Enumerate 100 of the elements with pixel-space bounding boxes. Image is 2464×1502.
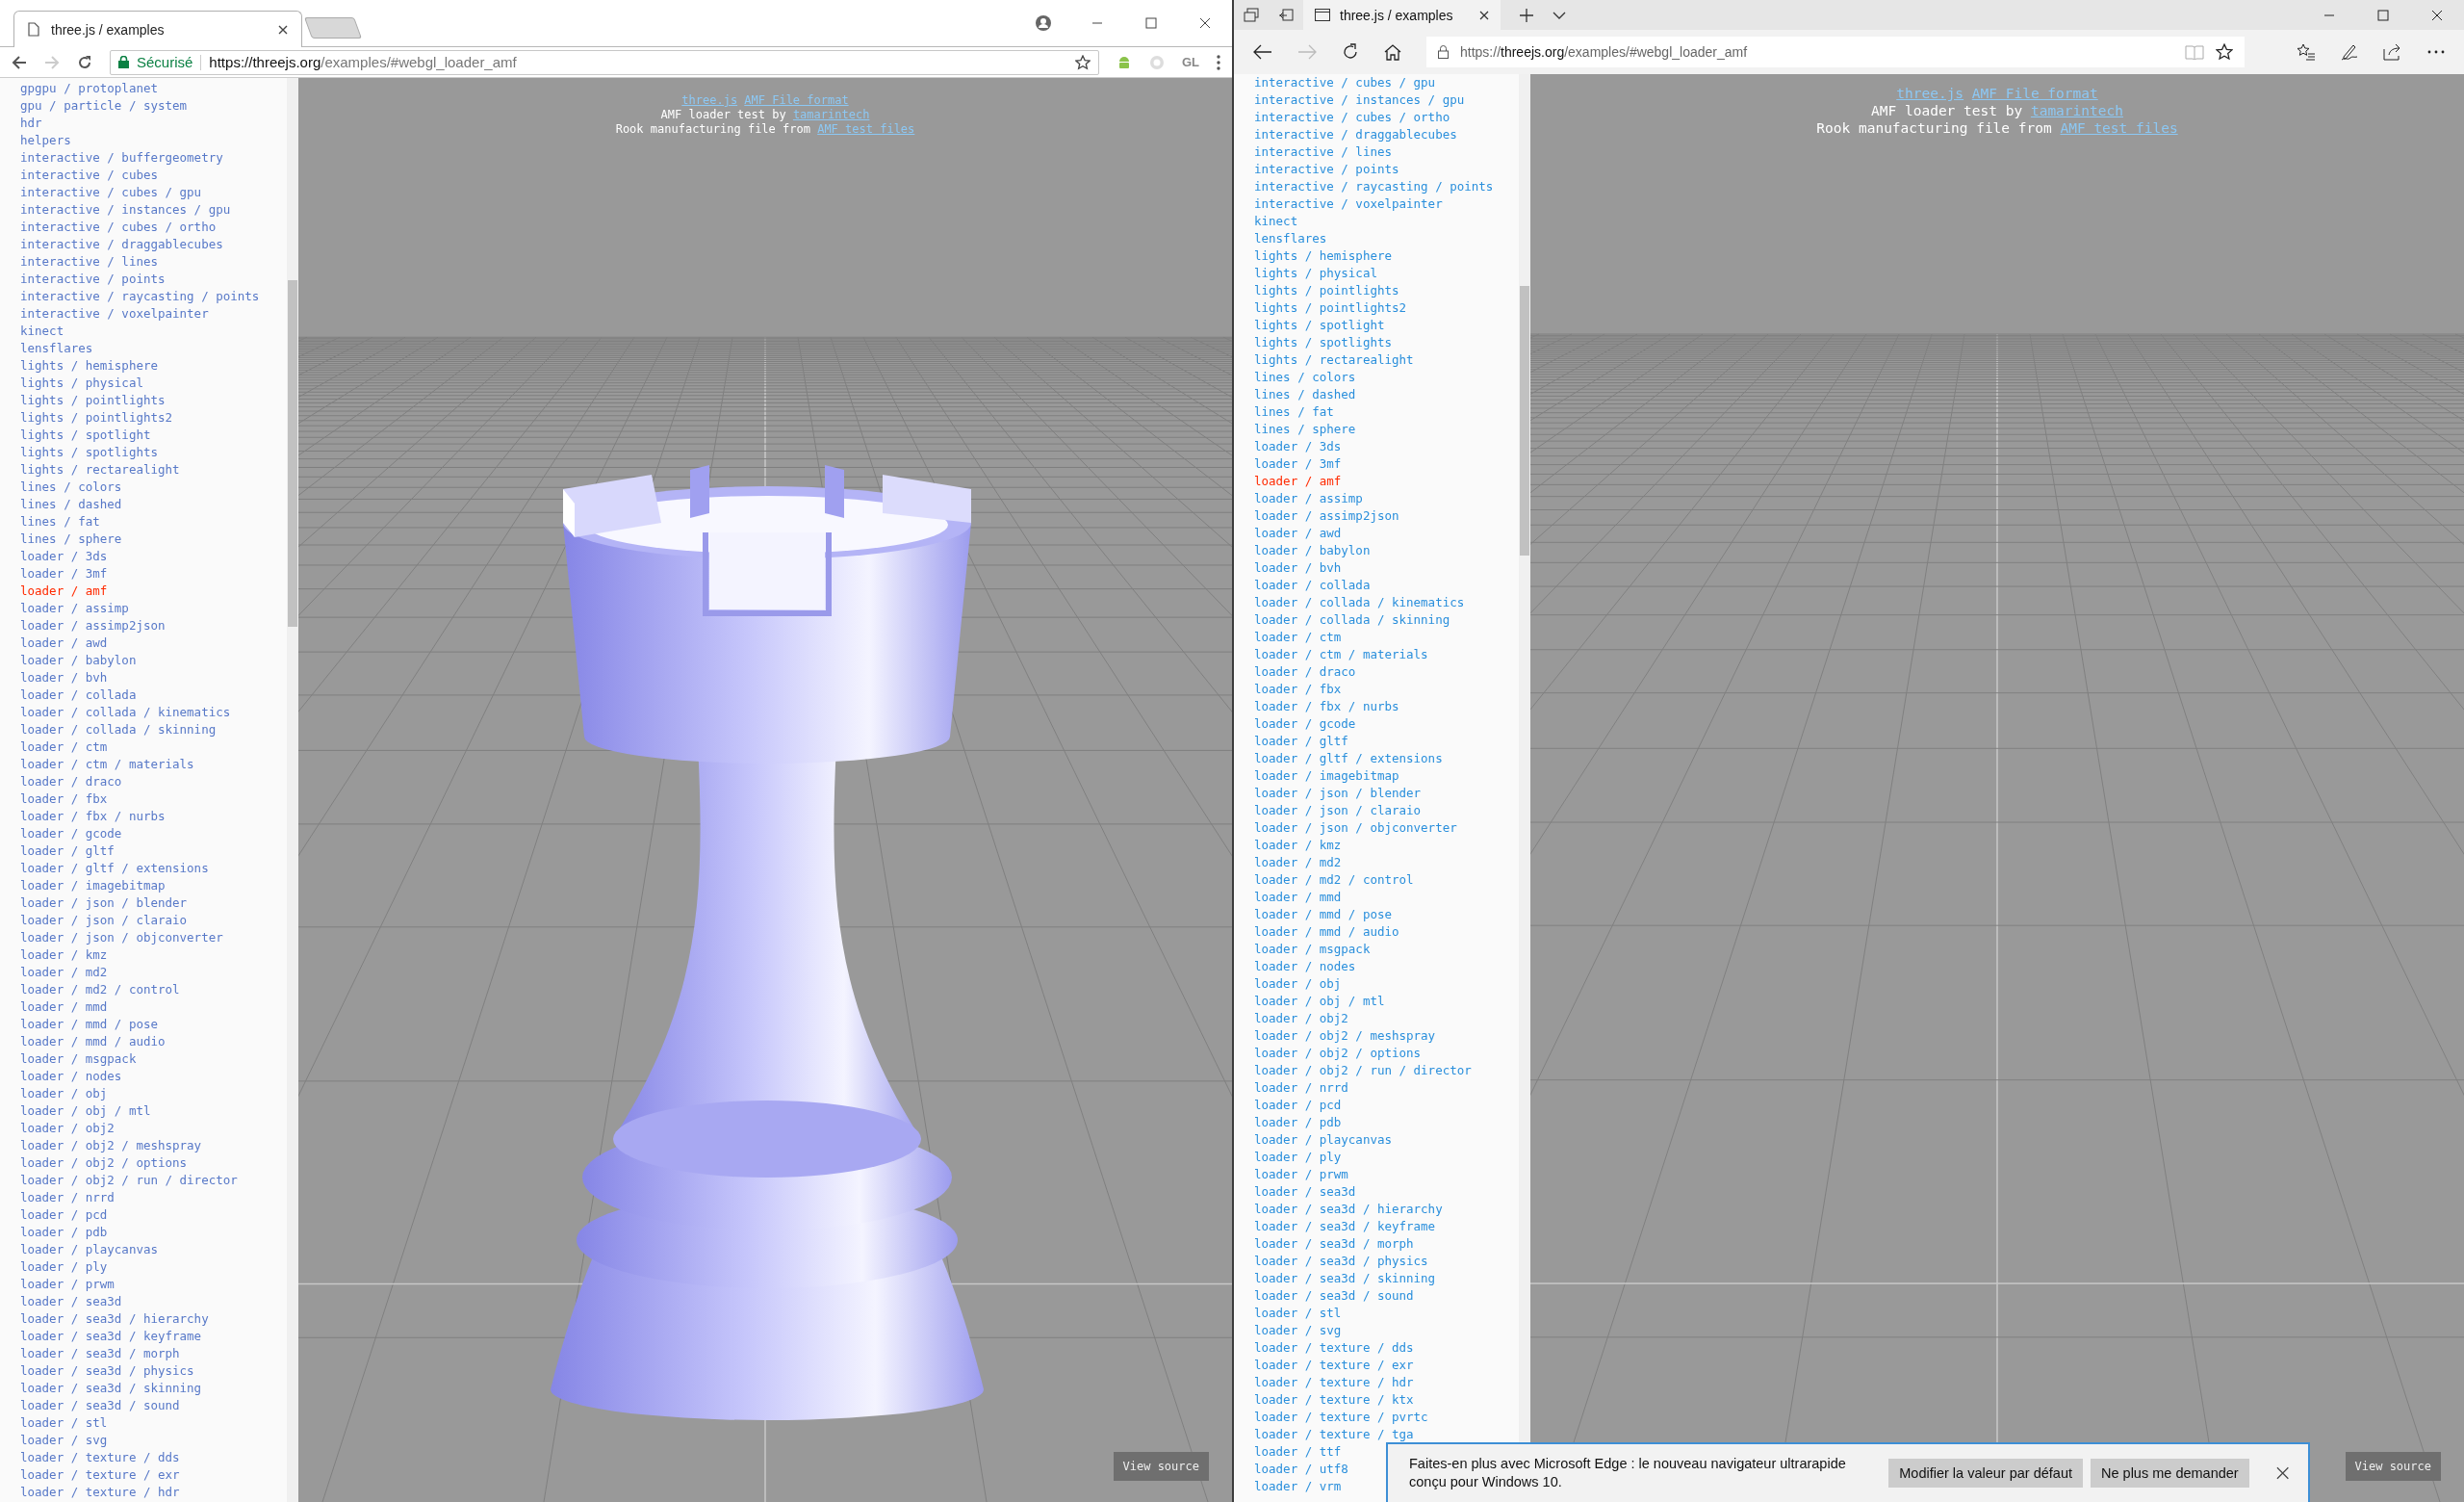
view-source-button[interactable]: View source — [1113, 1452, 1209, 1481]
example-link[interactable]: lines / sphere — [20, 531, 122, 548]
example-link[interactable]: loader / babylon — [20, 652, 137, 669]
example-link[interactable]: lights / spotlights — [1254, 334, 1392, 351]
example-link[interactable]: lights / pointlights — [20, 392, 166, 409]
example-link[interactable]: interactive / raycasting / points — [20, 288, 260, 305]
example-link[interactable]: loader / assimp2json — [20, 617, 166, 634]
example-link[interactable]: loader / ctm / materials — [20, 756, 194, 773]
set-aside-tabs-icon[interactable] — [1278, 7, 1294, 23]
favorites-icon[interactable] — [2297, 43, 2316, 61]
example-link[interactable]: loader / sea3d / keyframe — [20, 1328, 202, 1345]
example-link[interactable]: interactive / points — [20, 271, 166, 288]
example-link[interactable]: loader / imagebitmap — [20, 877, 166, 894]
example-link[interactable]: loader / texture / dds — [20, 1449, 180, 1466]
example-link[interactable]: lights / pointlights — [1254, 282, 1399, 299]
example-link[interactable]: loader / svg — [20, 1432, 108, 1449]
example-link[interactable]: loader / json / claraio — [1254, 802, 1422, 819]
example-link[interactable]: loader / bvh — [20, 669, 108, 686]
star-icon[interactable] — [2216, 43, 2233, 61]
example-link[interactable]: loader / amf — [20, 583, 108, 600]
share-icon[interactable] — [2383, 43, 2402, 61]
notification-button[interactable]: Modifier la valeur par défaut — [1888, 1459, 2083, 1488]
example-link[interactable]: loader / sea3d / keyframe — [1254, 1218, 1436, 1235]
example-link[interactable]: loader / kmz — [20, 946, 108, 964]
example-link[interactable]: loader / draco — [1254, 663, 1356, 681]
view-source-button[interactable]: View source — [2345, 1452, 2441, 1481]
example-link[interactable]: loader / collada — [1254, 577, 1371, 594]
example-link[interactable]: lines / fat — [20, 513, 100, 531]
example-link[interactable]: loader / md2 / control — [1254, 871, 1414, 889]
example-link[interactable]: loader / mmd — [1254, 889, 1342, 906]
example-link[interactable]: loader / gltf / extensions — [1254, 750, 1443, 767]
example-link[interactable]: loader / imagebitmap — [1254, 767, 1399, 785]
example-link[interactable]: lights / spotlights — [20, 444, 158, 461]
example-link[interactable]: loader / md2 / control — [20, 981, 180, 998]
example-link[interactable]: loader / sea3d / hierarchy — [1254, 1201, 1443, 1218]
example-link[interactable]: loader / obj — [20, 1085, 108, 1102]
example-link[interactable]: gpu / particle / system — [20, 97, 188, 115]
example-link[interactable]: loader / texture / tga — [1254, 1426, 1414, 1443]
example-link[interactable]: loader / assimp — [1254, 490, 1363, 507]
example-link[interactable]: loader / ctm — [1254, 629, 1342, 646]
browser-tab[interactable]: three.js / examples — [1303, 0, 1501, 30]
example-link[interactable]: loader / mmd / pose — [20, 1016, 158, 1033]
example-link[interactable]: interactive / cubes / ortho — [20, 219, 217, 236]
back-icon[interactable] — [12, 54, 27, 70]
example-link[interactable]: kinect — [20, 323, 64, 340]
example-link[interactable]: loader / svg — [1254, 1322, 1342, 1339]
back-icon[interactable] — [1253, 44, 1272, 60]
browser-tab[interactable]: three.js / examples — [13, 11, 302, 47]
example-link[interactable]: loader / obj2 — [1254, 1010, 1348, 1027]
example-link[interactable]: interactive / cubes — [20, 167, 158, 184]
example-link[interactable]: loader / sea3d / morph — [1254, 1235, 1414, 1253]
example-link[interactable]: loader / awd — [20, 634, 108, 652]
example-link[interactable]: loader / obj2 / options — [1254, 1045, 1422, 1062]
example-link[interactable]: loader / json / objconverter — [1254, 819, 1457, 837]
example-link[interactable]: loader / sea3d / morph — [20, 1345, 180, 1362]
example-link[interactable]: loader / ply — [1254, 1149, 1342, 1166]
example-link[interactable]: loader / sea3d / hierarchy — [20, 1310, 209, 1328]
example-link[interactable]: loader / obj2 / meshspray — [20, 1137, 202, 1154]
example-link[interactable]: interactive / cubes / gpu — [1254, 74, 1436, 91]
example-link[interactable]: loader / kmz — [1254, 837, 1342, 854]
example-link[interactable]: interactive / voxelpainter — [1254, 195, 1443, 213]
example-link[interactable]: loader / mmd / pose — [1254, 906, 1392, 923]
example-link[interactable]: interactive / draggablecubes — [20, 236, 223, 253]
example-link[interactable]: lines / colors — [1254, 369, 1356, 386]
example-link[interactable]: loader / texture / pvrtc — [1254, 1409, 1428, 1426]
example-link[interactable]: lines / sphere — [1254, 421, 1356, 438]
example-link[interactable]: lights / rectarealight — [1254, 351, 1414, 369]
example-link[interactable]: loader / obj2 / run / director — [20, 1172, 238, 1189]
example-link[interactable]: interactive / cubes / gpu — [20, 184, 202, 201]
example-link[interactable]: loader / collada / skinning — [20, 721, 217, 738]
example-link[interactable]: loader / sea3d / sound — [1254, 1287, 1414, 1305]
close-icon[interactable] — [1199, 17, 1211, 29]
address-bar[interactable]: https://threejs.org/examples/#webgl_loader_amf — [1426, 37, 2245, 67]
example-link[interactable]: loader / ply — [20, 1258, 108, 1276]
example-link[interactable]: lines / fat — [1254, 403, 1334, 421]
profile-icon[interactable] — [1036, 15, 1051, 31]
example-link[interactable]: lights / rectarealight — [20, 461, 180, 479]
example-link[interactable]: loader / stl — [20, 1414, 108, 1432]
example-link[interactable]: loader / bvh — [1254, 559, 1342, 577]
example-link[interactable]: loader / stl — [1254, 1305, 1342, 1322]
example-link[interactable]: loader / md2 — [1254, 854, 1342, 871]
example-link[interactable]: interactive / cubes / ortho — [1254, 109, 1450, 126]
menu-icon[interactable] — [1217, 54, 1220, 70]
example-link[interactable]: loader / msgpack — [1254, 941, 1371, 958]
example-link[interactable]: loader / pdb — [1254, 1114, 1342, 1131]
tabs-icon[interactable] — [1244, 7, 1259, 23]
example-link[interactable]: loader / ctm — [20, 738, 108, 756]
example-link[interactable]: interactive / voxelpainter — [20, 305, 209, 323]
example-link[interactable]: loader / mmd — [20, 998, 108, 1016]
example-link[interactable]: interactive / instances / gpu — [20, 201, 231, 219]
example-link[interactable]: interactive / points — [1254, 161, 1399, 178]
example-link[interactable]: hdr — [20, 115, 42, 132]
example-link[interactable]: loader / assimp — [20, 600, 129, 617]
example-link[interactable]: loader / json / blender — [1254, 785, 1422, 802]
example-link[interactable]: lights / physical — [20, 375, 143, 392]
example-link[interactable]: loader / nrrd — [1254, 1079, 1348, 1097]
example-link[interactable]: lensflares — [1254, 230, 1327, 247]
example-link[interactable]: loader / json / claraio — [20, 912, 188, 929]
maximize-icon[interactable] — [1145, 17, 1157, 29]
example-link[interactable]: loader / obj2 / options — [20, 1154, 188, 1172]
